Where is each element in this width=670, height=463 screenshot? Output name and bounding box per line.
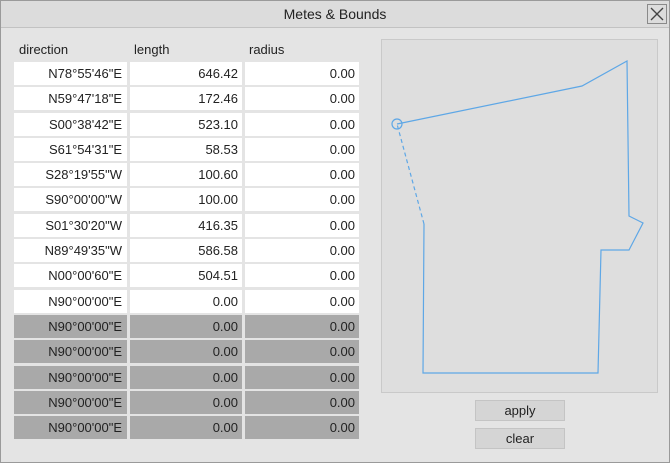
- radius-cell[interactable]: 0.00: [245, 340, 359, 364]
- table-row: N90°00'00"E 0.00 0.00: [14, 390, 359, 416]
- header-direction: direction: [19, 42, 69, 57]
- length-cell[interactable]: 172.46: [130, 87, 242, 111]
- direction-cell[interactable]: N90°00'00"E: [14, 314, 127, 338]
- length-cell[interactable]: 646.42: [130, 62, 242, 85]
- length-cell[interactable]: 0.00: [130, 390, 242, 414]
- direction-cell[interactable]: N59°47'18"E: [14, 87, 127, 111]
- apply-button[interactable]: apply: [475, 400, 565, 421]
- table-row: N90°00'00"E 0.00 0.00: [14, 289, 359, 315]
- radius-cell[interactable]: 0.00: [245, 365, 359, 389]
- table-row: N90°00'00"E 0.00 0.00: [14, 416, 359, 441]
- closure-gap-line: [396, 123, 425, 225]
- direction-cell[interactable]: S01°30'20"W: [14, 213, 127, 237]
- table-row: S90°00'00"W 100.00 0.00: [14, 188, 359, 213]
- radius-cell[interactable]: 0.00: [245, 264, 359, 288]
- table-row: N00°00'60"E 504.51 0.00: [14, 264, 359, 289]
- length-cell[interactable]: 100.00: [130, 188, 242, 212]
- length-cell[interactable]: 0.00: [130, 365, 242, 389]
- direction-cell[interactable]: S61°54'31"E: [14, 137, 127, 161]
- clear-button[interactable]: clear: [475, 428, 565, 449]
- close-button[interactable]: [647, 4, 667, 24]
- table-row: S00°38'42"E 523.10 0.00: [14, 112, 359, 138]
- traverse-preview: [381, 39, 658, 393]
- direction-cell[interactable]: N89°49'35"W: [14, 239, 127, 263]
- radius-cell[interactable]: 0.00: [245, 62, 359, 85]
- direction-cell[interactable]: S28°19'55"W: [14, 163, 127, 187]
- table-row: S01°30'20"W 416.35 0.00: [14, 213, 359, 239]
- table-row: N78°55'46"E 646.42 0.00: [14, 62, 359, 87]
- header-length: length: [134, 42, 170, 57]
- length-cell[interactable]: 586.58: [130, 239, 242, 263]
- table-row: N90°00'00"E 0.00 0.00: [14, 314, 359, 340]
- direction-cell[interactable]: N90°00'00"E: [14, 340, 127, 364]
- radius-cell[interactable]: 0.00: [245, 163, 359, 187]
- length-cell[interactable]: 0.00: [130, 340, 242, 364]
- table-row: S28°19'55"W 100.60 0.00: [14, 163, 359, 188]
- radius-cell[interactable]: 0.00: [245, 416, 359, 440]
- radius-cell[interactable]: 0.00: [245, 87, 359, 111]
- length-cell[interactable]: 504.51: [130, 264, 242, 288]
- direction-cell[interactable]: N78°55'46"E: [14, 62, 127, 85]
- traverse-plot: [391, 59, 644, 374]
- radius-cell[interactable]: 0.00: [245, 314, 359, 338]
- direction-cell[interactable]: N90°00'00"E: [14, 390, 127, 414]
- courses-table: N78°55'46"E 646.42 0.00 N59°47'18"E 172.46 0.…: [14, 62, 359, 441]
- table-row: N59°47'18"E 172.46 0.00: [14, 87, 359, 112]
- length-cell[interactable]: 0.00: [130, 416, 242, 440]
- metes-bounds-dialog: Metes & Bounds direction length radius N…: [0, 0, 670, 463]
- radius-cell[interactable]: 0.00: [245, 137, 359, 161]
- radius-cell[interactable]: 0.00: [245, 239, 359, 263]
- radius-cell[interactable]: 0.00: [245, 188, 359, 212]
- length-cell[interactable]: 0.00: [130, 289, 242, 313]
- table-row: N90°00'00"E 0.00 0.00: [14, 340, 359, 365]
- length-cell[interactable]: 416.35: [130, 213, 242, 237]
- direction-cell[interactable]: N90°00'00"E: [14, 289, 127, 313]
- direction-cell[interactable]: N90°00'00"E: [14, 416, 127, 440]
- header-radius: radius: [249, 42, 285, 57]
- direction-cell[interactable]: S90°00'00"W: [14, 188, 127, 212]
- table-row: N89°49'35"W 586.58 0.00: [14, 239, 359, 264]
- table-row: S61°54'31"E 58.53 0.00: [14, 137, 359, 163]
- direction-cell[interactable]: S00°38'42"E: [14, 112, 127, 136]
- radius-cell[interactable]: 0.00: [245, 213, 359, 237]
- radius-cell[interactable]: 0.00: [245, 390, 359, 414]
- traverse-path: [396, 59, 644, 374]
- length-cell[interactable]: 523.10: [130, 112, 242, 136]
- direction-cell[interactable]: N00°00'60"E: [14, 264, 127, 288]
- title-bar: Metes & Bounds: [1, 1, 669, 28]
- window-title: Metes & Bounds: [283, 6, 387, 22]
- length-cell[interactable]: 58.53: [130, 137, 242, 161]
- length-cell[interactable]: 0.00: [130, 314, 242, 338]
- direction-cell[interactable]: N90°00'00"E: [14, 365, 127, 389]
- radius-cell[interactable]: 0.00: [245, 112, 359, 136]
- length-cell[interactable]: 100.60: [130, 163, 242, 187]
- radius-cell[interactable]: 0.00: [245, 289, 359, 313]
- close-icon: [650, 7, 664, 21]
- table-row: N90°00'00"E 0.00 0.00: [14, 365, 359, 391]
